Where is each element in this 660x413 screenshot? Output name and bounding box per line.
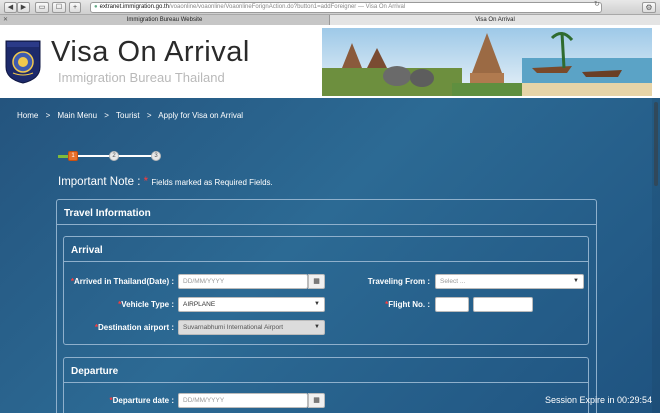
calendar-icon[interactable]: ▦ — [308, 274, 325, 289]
tab-visa-on-arrival[interactable]: Visa On Arrival — [330, 15, 660, 25]
breadcrumb-separator: > — [45, 111, 51, 120]
chevron-down-icon: ▼ — [314, 301, 320, 307]
important-note-label: Important Note : — [58, 176, 141, 188]
flight-no-label: *Flight No. : — [385, 300, 430, 309]
breadcrumb-home[interactable]: Home — [17, 111, 38, 120]
departure-title: Departure — [71, 366, 119, 377]
forward-button[interactable]: ▶ — [17, 2, 30, 13]
browser-page-title: — Visa On Arrival — [357, 4, 406, 10]
site-title: Visa On Arrival — [51, 36, 250, 68]
breadcrumb: Home > Main Menu > Tourist > Apply for V… — [17, 111, 243, 120]
vehicle-type-label: *Vehicle Type : — [118, 300, 174, 309]
panel-divider — [57, 224, 596, 225]
tab-bar: ✕ Immigration Bureau Website Visa On Arr… — [0, 15, 660, 25]
breadcrumb-tourist[interactable]: Tourist — [116, 111, 140, 120]
breadcrumb-separator: > — [104, 111, 109, 120]
departure-date-input[interactable]: DD/MM/YYYY — [178, 393, 308, 408]
share-icon[interactable]: ▭ — [35, 2, 49, 13]
step-2: 2 — [109, 151, 119, 161]
important-note-text: Fields marked as Required Fields. — [151, 178, 273, 187]
destination-airport-label: *Destination airport : — [94, 323, 174, 332]
breadcrumb-separator: > — [146, 111, 152, 120]
traveling-from-select[interactable]: Select ... ▼ — [435, 274, 584, 289]
chevron-down-icon: ▼ — [314, 324, 320, 330]
arrived-date-input[interactable]: DD/MM/YYYY — [178, 274, 308, 289]
session-expire-text: Session Expire in 00:29:54 — [545, 395, 653, 405]
chevron-down-icon: ▼ — [573, 278, 579, 284]
tab-label: Visa On Arrival — [475, 17, 515, 23]
url-host: extranet.immigration.go.th — [99, 4, 169, 10]
immigration-bureau-logo — [5, 40, 41, 84]
breadcrumb-main-menu[interactable]: Main Menu — [57, 111, 97, 120]
address-bar[interactable]: ● extranet.immigration.go.th/voaonline/vo… — [90, 2, 602, 13]
destination-airport-select[interactable]: Suvarnabhumi International Airport ▼ — [178, 320, 325, 335]
gear-icon[interactable]: ⚙ — [642, 2, 656, 13]
site-header: Visa On Arrival Immigration Bureau Thail… — [0, 26, 660, 98]
close-icon[interactable]: ✕ — [3, 15, 8, 25]
required-star: * — [143, 176, 149, 188]
flight-no-number-input[interactable] — [473, 297, 533, 312]
vehicle-type-select[interactable]: AIRPLANE ▼ — [178, 297, 325, 312]
tab-immigration-website[interactable]: ✕ Immigration Bureau Website — [0, 15, 330, 25]
important-note: Important Note : * Fields marked as Requ… — [58, 176, 273, 188]
arrival-divider — [64, 261, 588, 262]
travel-information-title: Travel Information — [64, 208, 151, 219]
step-3: 3 — [151, 151, 161, 161]
departure-date-label: *Departure date : — [109, 396, 174, 405]
step-1: 1 — [68, 151, 78, 161]
departure-divider — [64, 382, 588, 383]
reload-icon[interactable]: ↻ — [594, 0, 600, 8]
site-subtitle: Immigration Bureau Thailand — [58, 70, 225, 85]
thailand-banner-image — [322, 28, 652, 96]
lock-icon: ● — [94, 4, 98, 10]
breadcrumb-current: Apply for Visa on Arrival — [158, 111, 244, 120]
scrollbar-thumb[interactable] — [654, 102, 658, 186]
browser-toolbar: ◀ ▶ ▭ ☐ + ● extranet.immigration.go.th/vo… — [0, 0, 660, 15]
arrived-date-label: *Arrived in Thailand(Date) : — [70, 277, 174, 286]
url-path: /voaonline/voaonline/VoaonlineForignActi… — [169, 4, 357, 10]
back-button[interactable]: ◀ — [4, 2, 17, 13]
new-tab-button[interactable]: + — [69, 2, 81, 13]
calendar-icon[interactable]: ▦ — [308, 393, 325, 408]
sidebar-icon[interactable]: ☐ — [52, 2, 66, 13]
stepper-progress — [58, 155, 68, 158]
tab-label: Immigration Bureau Website — [126, 17, 203, 23]
arrival-title: Arrival — [71, 245, 103, 256]
traveling-from-label: Traveling From : — [367, 277, 430, 286]
flight-no-prefix-input[interactable] — [435, 297, 469, 312]
